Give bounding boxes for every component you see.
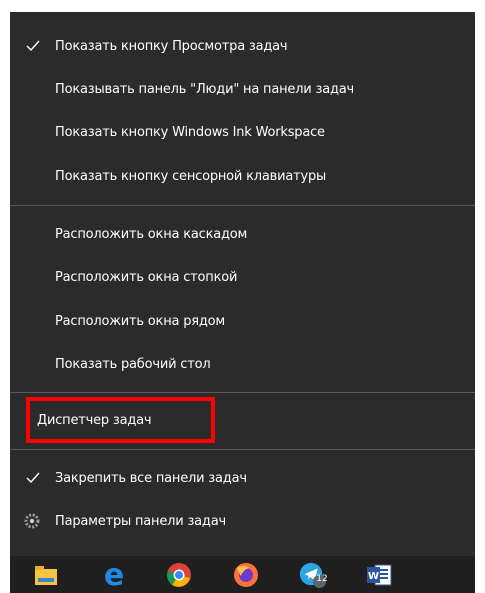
file-explorer-icon[interactable]: [32, 561, 60, 589]
taskbar-context-menu: Показать кнопку Просмотра задач Показыва…: [10, 12, 475, 556]
menu-item-show-people[interactable]: Показывать панель "Люди" на панели задач: [10, 69, 475, 109]
menu-item-show-desktop[interactable]: Показать рабочий стол: [10, 344, 475, 384]
menu-item-label: Расположить окна стопкой: [55, 269, 238, 285]
checkmark-icon: [24, 37, 42, 55]
menu-item-label: Показать кнопку сенсорной клавиатуры: [55, 168, 327, 184]
svg-text:e: e: [104, 562, 124, 588]
telegram-unread-badge: 12: [316, 574, 328, 584]
menu-item-lock-taskbars[interactable]: Закрепить все панели задач: [10, 458, 475, 498]
menu-separator: [10, 205, 475, 206]
word-icon[interactable]: W: [365, 561, 393, 589]
task-manager-highlight-box: [26, 397, 215, 443]
menu-item-label: Расположить окна рядом: [55, 313, 226, 329]
menu-item-stack-windows[interactable]: Расположить окна стопкой: [10, 257, 475, 297]
menu-item-label: Показать рабочий стол: [55, 356, 211, 372]
menu-item-cascade-windows[interactable]: Расположить окна каскадом: [10, 214, 475, 254]
menu-item-label: Закрепить все панели задач: [55, 470, 247, 486]
menu-item-label: Показать кнопку Просмотра задач: [55, 38, 288, 54]
menu-item-show-touch-keyboard[interactable]: Показать кнопку сенсорной клавиатуры: [10, 156, 475, 196]
menu-separator: [10, 392, 475, 393]
menu-item-show-task-view[interactable]: Показать кнопку Просмотра задач: [10, 26, 475, 66]
menu-item-label: Параметры панели задач: [55, 513, 226, 529]
checkmark-icon: [24, 469, 42, 487]
menu-item-label: Показывать панель "Люди" на панели задач: [55, 81, 354, 97]
telegram-icon[interactable]: 12: [298, 561, 328, 589]
menu-item-side-by-side-windows[interactable]: Расположить окна рядом: [10, 301, 475, 341]
menu-item-show-ink-workspace[interactable]: Показать кнопку Windows Ink Workspace: [10, 112, 475, 152]
svg-text:W: W: [368, 571, 379, 582]
gear-icon: [22, 511, 42, 531]
taskbar: e 12 W: [10, 556, 475, 593]
menu-item-label: Показать кнопку Windows Ink Workspace: [55, 124, 325, 140]
firefox-icon[interactable]: [232, 561, 260, 589]
edge-icon[interactable]: e: [100, 561, 128, 589]
chrome-icon[interactable]: [165, 561, 193, 589]
menu-item-taskbar-settings[interactable]: Параметры панели задач: [10, 501, 475, 541]
menu-separator: [10, 449, 475, 450]
menu-item-label: Расположить окна каскадом: [55, 226, 248, 242]
